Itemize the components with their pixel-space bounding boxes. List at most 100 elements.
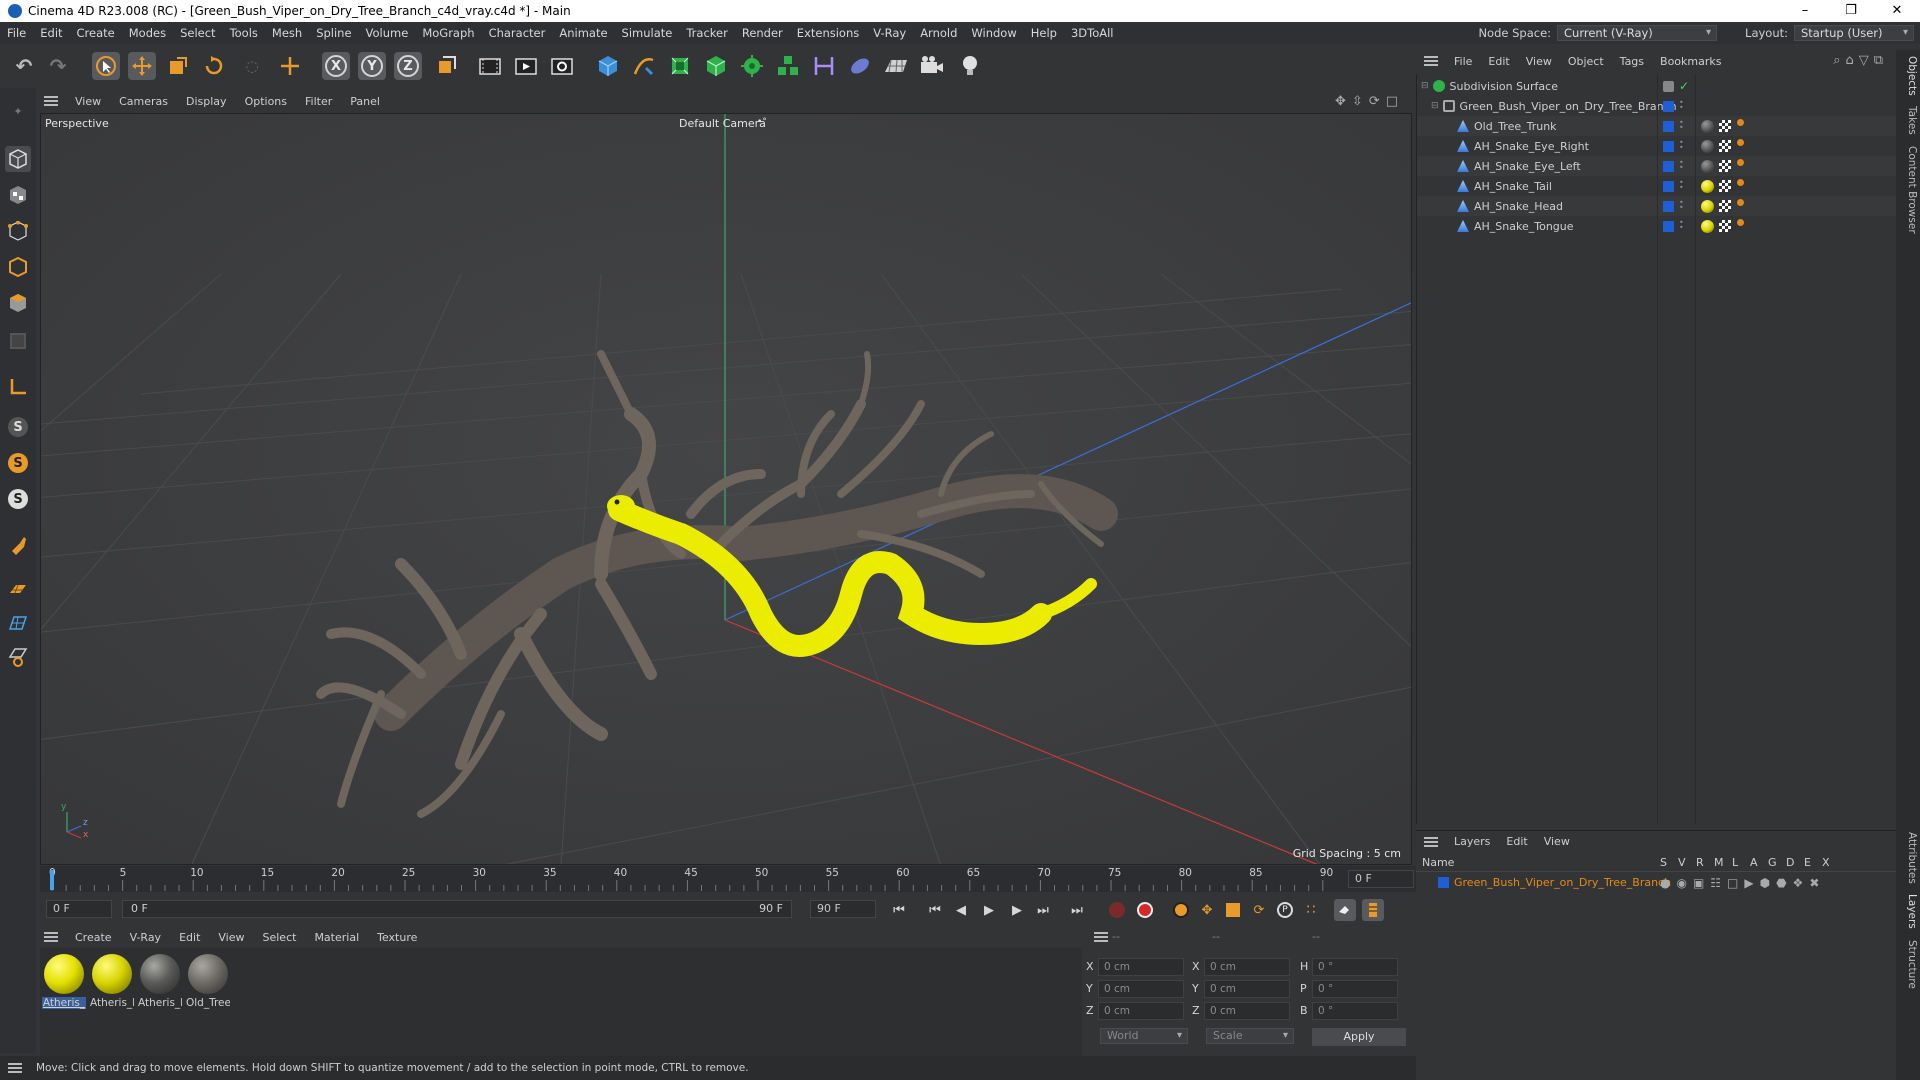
viewport-menu-cameras[interactable]: Cameras xyxy=(110,95,177,108)
menu-simulate[interactable]: Simulate xyxy=(615,26,680,40)
viewport-menu-filter[interactable]: Filter xyxy=(296,95,341,108)
uvw-tag-icon[interactable] xyxy=(1719,200,1731,212)
world-axis-icon[interactable] xyxy=(276,52,304,80)
pos-y-field[interactable]: 0 cm xyxy=(1098,980,1184,998)
uv-mode-icon[interactable] xyxy=(5,328,31,354)
menu-vray[interactable]: V-Ray xyxy=(866,26,913,40)
apply-button[interactable]: Apply xyxy=(1312,1028,1406,1046)
material-tag-icon[interactable] xyxy=(1701,119,1714,133)
rot-b-field[interactable]: 0 ° xyxy=(1312,1002,1398,1020)
status-menu-icon[interactable] xyxy=(8,1063,22,1073)
tab-structure[interactable]: Structure xyxy=(1898,940,1918,989)
menu-edit[interactable]: Edit xyxy=(33,26,69,40)
enabled-check-icon[interactable]: ✓ xyxy=(1679,79,1689,93)
redo-icon[interactable]: ↷ xyxy=(44,52,72,80)
autokey-icon[interactable] xyxy=(1134,899,1156,921)
coordinate-system-icon[interactable] xyxy=(432,52,460,80)
next-key-icon[interactable]: ⏭ xyxy=(1032,899,1054,921)
material-swatch[interactable]: Old_Tree xyxy=(186,954,230,1009)
render-view-icon[interactable] xyxy=(512,52,540,80)
perspective-viewport[interactable]: Perspective Default Camera •° Grid Spaci… xyxy=(40,113,1412,865)
menu-spline[interactable]: Spline xyxy=(309,26,358,40)
key-position-icon[interactable]: ✥ xyxy=(1196,899,1218,921)
playhead[interactable] xyxy=(50,870,54,890)
mograph-cloner-icon[interactable] xyxy=(774,52,802,80)
x-axis-lock[interactable]: X xyxy=(322,52,350,80)
material-menu-vray[interactable]: V-Ray xyxy=(121,931,171,944)
material-tag-icon[interactable] xyxy=(1701,139,1714,153)
material-tag-icon[interactable] xyxy=(1701,199,1714,213)
layer-col-deformers[interactable]: D xyxy=(1786,856,1794,869)
menu-mesh[interactable]: Mesh xyxy=(265,26,309,40)
tweak-mode-icon[interactable] xyxy=(5,532,31,558)
layer-color-chip[interactable] xyxy=(1438,877,1449,888)
object-menu-edit[interactable]: Edit xyxy=(1480,55,1517,68)
menu-tracker[interactable]: Tracker xyxy=(679,26,735,40)
move-tool-icon[interactable] xyxy=(128,52,156,80)
field-object-icon[interactable] xyxy=(846,52,874,80)
uvw-tag-icon[interactable] xyxy=(1719,140,1731,152)
layers-menu-view[interactable]: View xyxy=(1536,835,1578,848)
coordinates-menu-icon[interactable] xyxy=(1094,932,1108,942)
undo-icon[interactable]: ↶ xyxy=(10,52,38,80)
menu-select[interactable]: Select xyxy=(173,26,222,40)
collapse-toggle-icon[interactable]: ⊟ xyxy=(1421,81,1429,91)
axis-mode-icon[interactable] xyxy=(5,374,31,400)
layer-row[interactable]: Green_Bush_Viper_on_Dry_Tree_Branch ●◉▣☷… xyxy=(1416,874,1896,892)
y-axis-lock[interactable]: Y xyxy=(358,52,386,80)
viewport-menu-display[interactable]: Display xyxy=(177,95,236,108)
render-region-icon[interactable] xyxy=(476,52,504,80)
uvw-tag-icon[interactable] xyxy=(1719,160,1731,172)
layer-col-view[interactable]: V xyxy=(1678,856,1686,869)
object-manager-menu-icon[interactable] xyxy=(1424,56,1438,66)
menu-file[interactable]: File xyxy=(0,26,33,40)
locked-workplane-icon[interactable] xyxy=(5,644,31,670)
polygons-mode-icon[interactable] xyxy=(5,290,31,316)
coordinate-mode-select[interactable]: World xyxy=(1100,1028,1188,1044)
layer-col-expressions[interactable]: E xyxy=(1804,856,1811,869)
layers-menu-icon[interactable] xyxy=(1424,836,1438,847)
layer-col-generators[interactable]: G xyxy=(1768,856,1777,869)
visibility-dots-icon[interactable]: • • xyxy=(1679,179,1687,192)
go-to-end-icon[interactable]: ⏭ xyxy=(1066,899,1088,921)
phong-tag-icon[interactable] xyxy=(1737,159,1744,166)
menu-render[interactable]: Render xyxy=(735,26,790,40)
texture-mode-icon[interactable] xyxy=(5,182,31,208)
viewport-nav-icons[interactable]: ✥⇳⟳□ xyxy=(1335,94,1404,109)
end-frame-field[interactable]: 90 F xyxy=(810,900,876,918)
grid-floor-icon[interactable] xyxy=(5,610,31,636)
tab-objects[interactable]: Objects xyxy=(1898,56,1918,96)
collapse-toggle-icon[interactable]: ⊟ xyxy=(1431,101,1439,111)
menu-arnold[interactable]: Arnold xyxy=(913,26,964,40)
material-menu-select[interactable]: Select xyxy=(254,931,306,944)
menu-modes[interactable]: Modes xyxy=(122,26,173,40)
phong-tag-icon[interactable] xyxy=(1737,219,1744,226)
cloner-icon[interactable] xyxy=(738,52,766,80)
material-menu-edit[interactable]: Edit xyxy=(170,931,209,944)
layout-select[interactable]: Startup (User) xyxy=(1794,25,1914,41)
viewport-menu-options[interactable]: Options xyxy=(236,95,296,108)
timeline-ruler[interactable]: 051015202530354045505560657075808590 0 F xyxy=(40,866,1416,892)
viewport-menu-panel[interactable]: Panel xyxy=(341,95,389,108)
menu-animate[interactable]: Animate xyxy=(552,26,614,40)
layer-col-render[interactable]: R xyxy=(1696,856,1704,869)
quantize-icon[interactable]: S xyxy=(5,486,31,512)
edges-mode-icon[interactable] xyxy=(5,254,31,280)
object-menu-tags[interactable]: Tags xyxy=(1612,55,1652,68)
layer-col-solo[interactable]: S xyxy=(1660,856,1667,869)
tab-takes[interactable]: Takes xyxy=(1898,106,1918,135)
material-tag-icon[interactable] xyxy=(1701,159,1714,173)
go-to-start-icon[interactable]: ⏮ xyxy=(888,899,910,921)
current-frame-field[interactable]: 0 F xyxy=(1348,870,1414,888)
object-menu-view[interactable]: View xyxy=(1518,55,1560,68)
pos-z-field[interactable]: 0 cm xyxy=(1098,1002,1184,1020)
frame-range-slider[interactable]: 0 F 90 F xyxy=(122,900,792,918)
rotate-tool-icon[interactable] xyxy=(200,52,228,80)
material-menu-create[interactable]: Create xyxy=(66,931,121,944)
rot-h-field[interactable]: 0 ° xyxy=(1312,958,1398,976)
material-tag-icon[interactable] xyxy=(1701,219,1714,233)
object-menu-bookmarks[interactable]: Bookmarks xyxy=(1652,55,1729,68)
visibility-dots-icon[interactable]: • • xyxy=(1679,219,1687,232)
render-settings-icon[interactable] xyxy=(548,52,576,80)
menu-volume[interactable]: Volume xyxy=(359,26,416,40)
